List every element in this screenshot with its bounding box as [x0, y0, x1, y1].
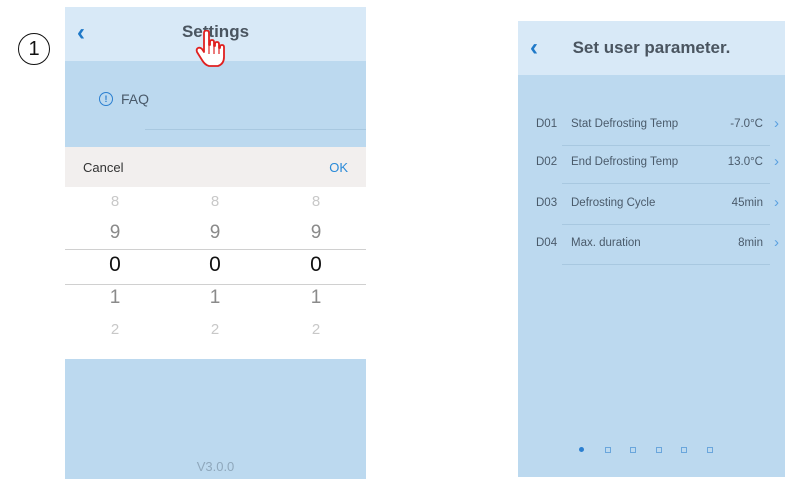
version-label: V3.0.0 [196, 459, 235, 474]
pointing-hand-cursor-icon [195, 30, 225, 67]
divider [562, 224, 770, 225]
page-dot[interactable] [630, 447, 636, 453]
chevron-right-icon: › [774, 234, 779, 251]
parameter-value: -7.0°C [730, 118, 763, 130]
page-dot[interactable] [706, 447, 713, 453]
wheel-value: 9 [109, 222, 121, 243]
wheel-value: 9 [310, 222, 322, 243]
parameter-header: ‹ Set user parameter. [518, 21, 785, 75]
wheel-value: 1 [310, 287, 322, 308]
wheel-value: 8 [210, 193, 220, 210]
settings-screen: ‹ Settings ! FAQ Cancel OK 8 9 0 1 2 8 9… [65, 7, 366, 479]
parameter-code: D03 [536, 197, 558, 209]
parameter-row-d03[interactable]: D03 Defrosting Cycle 45min › [518, 187, 785, 225]
number-picker-dialog: Cancel OK 8 9 0 1 2 8 9 0 1 2 8 9 0 1 2 [65, 147, 366, 359]
wheel-value: 1 [209, 287, 221, 308]
page-dot[interactable] [655, 447, 662, 453]
info-icon: ! [99, 92, 113, 106]
wheel-selected-value: 0 [310, 253, 322, 276]
parameter-title: Set user parameter. [572, 38, 731, 57]
parameter-name: Max. duration [571, 237, 641, 249]
picker-wheels: 8 9 0 1 2 8 9 0 1 2 8 9 0 1 2 [65, 187, 366, 359]
wheel-value: 2 [110, 321, 120, 338]
picker-wheel-3[interactable]: 8 9 0 1 2 [266, 187, 366, 359]
parameter-name: Stat Defrosting Temp [571, 118, 679, 130]
parameter-row-d04[interactable]: D04 Max. duration 8min › [518, 227, 785, 265]
parameter-row-d02[interactable]: D02 End Defrosting Temp 13.0°C › [518, 146, 785, 184]
parameter-code: D01 [536, 118, 558, 130]
parameter-code: D04 [536, 237, 558, 249]
page-dot-active[interactable] [579, 447, 584, 452]
faq-menu-item[interactable]: ! FAQ [99, 91, 149, 107]
divider [562, 183, 770, 184]
divider [562, 264, 770, 265]
parameter-value: 45min [731, 197, 763, 209]
divider [145, 129, 366, 130]
chevron-right-icon: › [774, 115, 779, 132]
picker-toolbar: Cancel OK [65, 147, 366, 187]
parameter-value: 13.0°C [727, 156, 763, 168]
wheel-value: 9 [209, 222, 221, 243]
page-dot[interactable] [681, 447, 687, 453]
wheel-value: 8 [311, 193, 321, 210]
parameter-row-d01[interactable]: D01 Stat Defrosting Temp -7.0°C › [518, 108, 785, 146]
wheel-selected-value: 0 [209, 253, 221, 276]
wheel-value: 1 [109, 287, 121, 308]
step-number-marker: 1 [18, 33, 50, 65]
wheel-value: 2 [210, 321, 220, 338]
picker-wheel-2[interactable]: 8 9 0 1 2 [165, 187, 265, 359]
chevron-right-icon: › [774, 194, 779, 211]
faq-label: FAQ [121, 91, 150, 107]
ok-button[interactable]: OK [329, 160, 348, 175]
parameter-name: End Defrosting Temp [571, 156, 679, 168]
settings-header: ‹ Settings [65, 7, 366, 67]
wheel-value: 2 [311, 321, 321, 338]
wheel-value: 8 [110, 193, 120, 210]
page-dot[interactable] [604, 447, 611, 453]
page-indicator [518, 446, 785, 456]
user-parameter-screen: ‹ Set user parameter. D01 Stat Defrostin… [518, 21, 785, 477]
chevron-right-icon: › [774, 153, 779, 170]
parameter-value: 8min [738, 237, 763, 249]
parameter-code: D02 [536, 156, 558, 168]
cancel-button[interactable]: Cancel [83, 160, 123, 175]
parameter-name: Defrosting Cycle [571, 197, 656, 209]
wheel-selected-value: 0 [109, 253, 121, 276]
picker-wheel-1[interactable]: 8 9 0 1 2 [65, 187, 165, 359]
